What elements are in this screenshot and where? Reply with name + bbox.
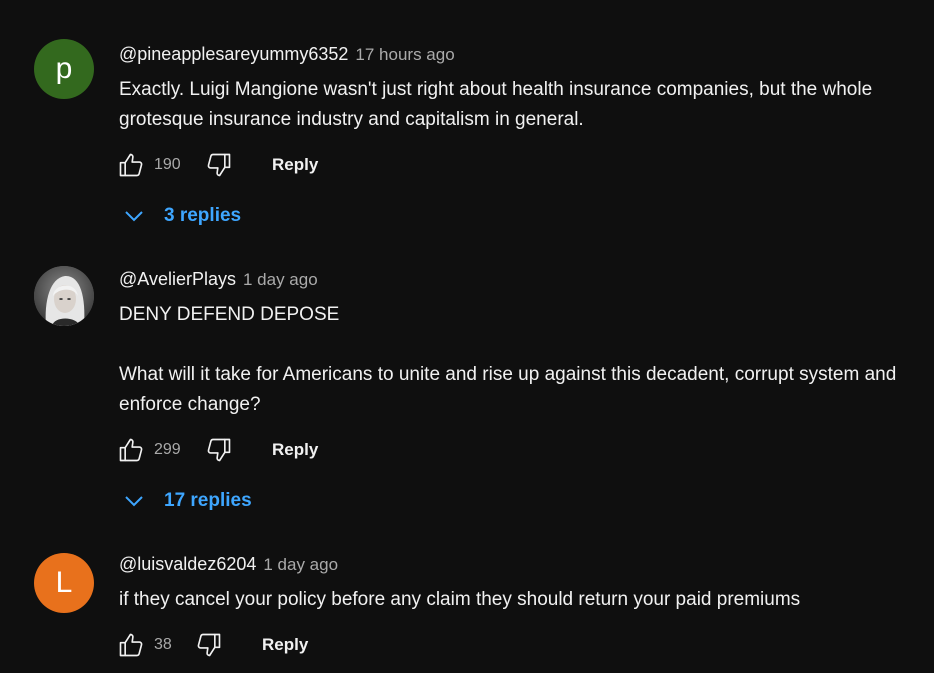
dislike-button[interactable] bbox=[194, 630, 224, 660]
like-button[interactable] bbox=[116, 435, 146, 465]
comment-header: @AvelierPlays 1 day ago bbox=[119, 269, 318, 293]
like-button[interactable] bbox=[116, 150, 146, 180]
view-replies-button[interactable]: 17 replies bbox=[122, 486, 252, 516]
thumbs-up-icon bbox=[119, 153, 143, 177]
replies-count-label: 17 replies bbox=[164, 490, 252, 511]
thumbs-down-icon bbox=[207, 438, 231, 462]
comment-timestamp[interactable]: 1 day ago bbox=[263, 555, 338, 575]
comment-text: if they cancel your policy before any cl… bbox=[119, 585, 909, 615]
like-count: 190 bbox=[154, 156, 181, 173]
like-count: 38 bbox=[154, 636, 172, 653]
comment-author[interactable]: @AvelierPlays bbox=[119, 269, 236, 290]
reply-button[interactable]: Reply bbox=[272, 155, 318, 175]
like-button[interactable] bbox=[116, 630, 146, 660]
avatar-letter: p bbox=[55, 52, 73, 85]
comment-author[interactable]: @luisvaldez6204 bbox=[119, 554, 256, 575]
thumbs-down-icon bbox=[197, 633, 221, 657]
avatar[interactable]: p bbox=[34, 39, 94, 99]
comment-header: @pineapplesareyummy6352 17 hours ago bbox=[119, 44, 455, 68]
chevron-down-icon bbox=[125, 496, 143, 507]
comment-actions: 190 Reply bbox=[116, 147, 318, 183]
comment-timestamp[interactable]: 17 hours ago bbox=[355, 45, 454, 65]
thumbs-up-icon bbox=[119, 438, 143, 462]
dislike-button[interactable] bbox=[204, 150, 234, 180]
reply-button[interactable]: Reply bbox=[272, 440, 318, 460]
replies-count-label: 3 replies bbox=[164, 205, 242, 226]
avatar-image bbox=[34, 266, 94, 326]
comment-text-line: What will it take for Americans to unite… bbox=[119, 364, 897, 415]
comment-text-line: Exactly. Luigi Mangione wasn't just righ… bbox=[119, 79, 873, 130]
reply-button[interactable]: Reply bbox=[262, 635, 308, 655]
comment-text-line: if they cancel your policy before any cl… bbox=[119, 589, 801, 610]
avatar[interactable] bbox=[34, 266, 94, 326]
thumbs-up-icon bbox=[119, 633, 143, 657]
comment-actions: 299 Reply bbox=[116, 432, 318, 468]
comment-text: Exactly. Luigi Mangione wasn't just righ… bbox=[119, 75, 909, 135]
like-count: 299 bbox=[154, 441, 181, 458]
avatar[interactable]: L bbox=[34, 553, 94, 613]
avatar-letter: L bbox=[55, 566, 73, 599]
comment-timestamp[interactable]: 1 day ago bbox=[243, 270, 318, 290]
comment-header: @luisvaldez6204 1 day ago bbox=[119, 554, 338, 578]
chevron-down-icon bbox=[125, 211, 143, 222]
comment-text-line: DENY DEFEND DEPOSE bbox=[119, 304, 340, 325]
dislike-button[interactable] bbox=[204, 435, 234, 465]
view-replies-button[interactable]: 3 replies bbox=[122, 201, 241, 231]
comment-author[interactable]: @pineapplesareyummy6352 bbox=[119, 44, 348, 65]
comments-section: p @pineapplesareyummy6352 17 hours ago E… bbox=[0, 0, 934, 673]
comment-actions: 38 Reply bbox=[116, 627, 308, 663]
thumbs-down-icon bbox=[207, 153, 231, 177]
comment-text: DENY DEFEND DEPOSE What will it take for… bbox=[119, 300, 909, 420]
